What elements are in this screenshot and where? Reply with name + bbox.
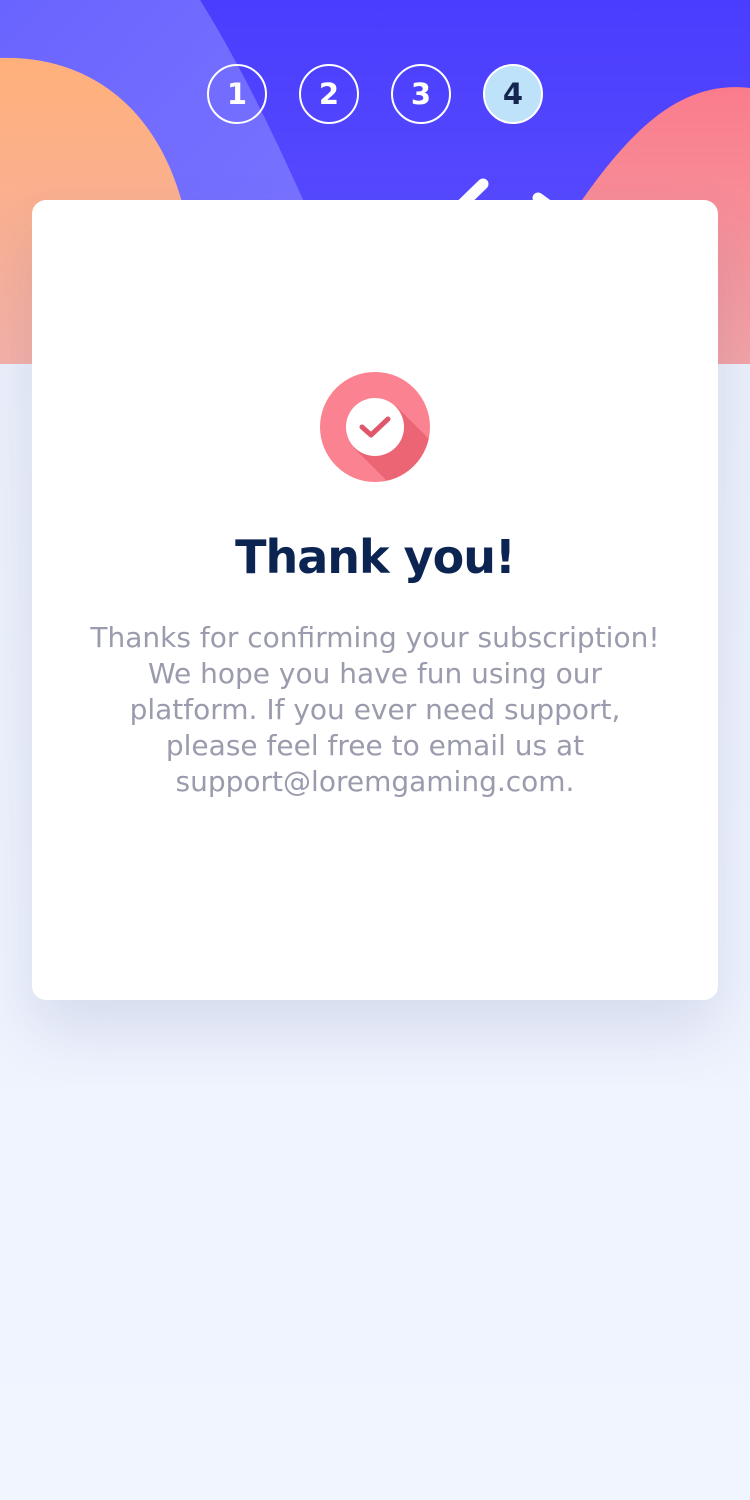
step-2[interactable]: 2	[299, 64, 359, 124]
check-circle-icon	[320, 372, 430, 482]
confirmation-card: Thank you! Thanks for confirming your su…	[32, 200, 718, 1000]
confirmation-message: Thanks for confirming your subscription!…	[90, 621, 660, 798]
progress-stepper: 1 2 3 4	[0, 64, 750, 124]
step-3[interactable]: 3	[391, 64, 451, 124]
step-4[interactable]: 4	[483, 64, 543, 124]
step-1[interactable]: 1	[207, 64, 267, 124]
confirmation-title: Thank you!	[235, 530, 516, 584]
